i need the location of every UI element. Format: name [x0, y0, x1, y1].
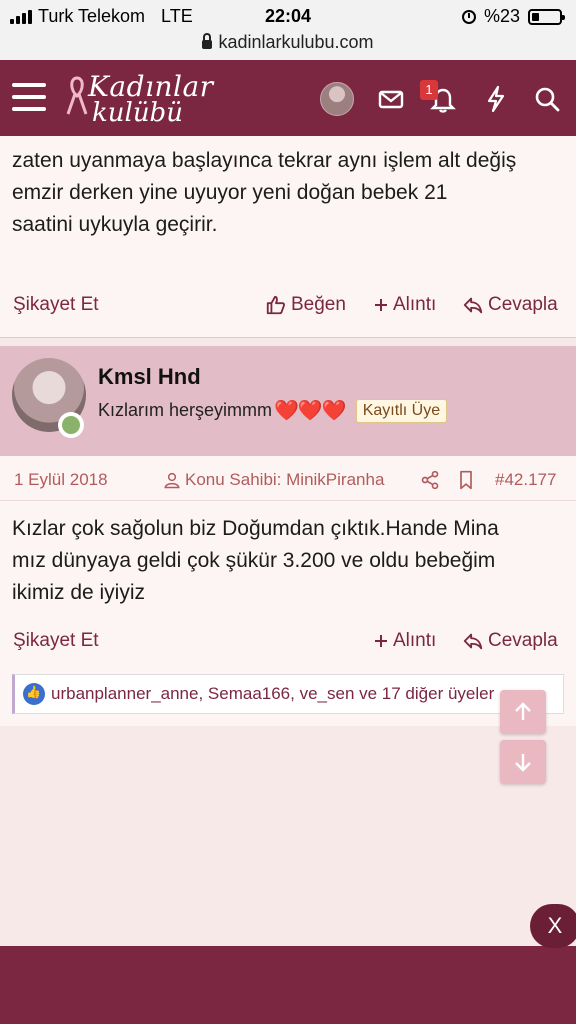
menu-icon[interactable]	[12, 83, 46, 111]
thread-owner-label: Konu Sahibi: MinikPiranha	[185, 470, 385, 489]
thumbs-up-icon	[266, 295, 285, 315]
reply-button[interactable]: Cevapla	[462, 294, 558, 316]
report-button[interactable]: Şikayet Et	[13, 294, 99, 316]
post-text-line: zaten uyanmaya başlayınca tekrar aynı iş…	[12, 149, 517, 172]
ribbon-icon	[66, 76, 88, 115]
post-number[interactable]: #42.177	[495, 470, 556, 490]
like-button[interactable]: Beğen	[265, 294, 346, 316]
quote-label: Alıntı	[393, 294, 437, 315]
like-label: Beğen	[291, 294, 346, 315]
member-badge: Kayıtlı Üye	[355, 398, 448, 423]
battery-percent: %23	[483, 6, 520, 26]
ad-banner[interactable]	[0, 946, 576, 1024]
user-icon	[164, 472, 180, 489]
quote-label: Alıntı	[393, 630, 437, 651]
hearts-icon: ❤️❤️❤️	[274, 400, 347, 422]
arrow-up-icon	[515, 702, 531, 720]
reply-button[interactable]: Cevapla	[462, 630, 558, 652]
arrow-down-icon	[515, 754, 531, 772]
alarm-icon	[461, 9, 476, 24]
notification-badge: 1	[420, 80, 438, 100]
reply-label: Cevapla	[488, 630, 558, 651]
user-title-text: Kızlarım herşeyimmm	[98, 400, 273, 420]
post-text-line: mız dünyaya geldi çok şükür 3.200 ve old…	[12, 549, 496, 572]
divider	[0, 500, 576, 501]
reply-icon	[463, 297, 483, 314]
author-title: Kızlarım herşeyimmm ❤️❤️❤️ Kayıtlı Üye	[98, 398, 448, 423]
author-name[interactable]: Kmsl Hnd	[98, 364, 201, 390]
like-reaction-icon	[23, 683, 45, 705]
post-text-line: ikimiz de iyiyiz	[12, 581, 146, 604]
post-previous: zaten uyanmaya başlayınca tekrar aynı iş…	[0, 136, 576, 338]
url-text: kadinlarkulubu.com	[218, 32, 374, 52]
post-text-line: saatini uykuyla geçirir.	[12, 213, 218, 236]
thread-owner: Konu Sahibi: MinikPiranha	[163, 470, 384, 490]
plus-icon	[375, 635, 387, 647]
plus-icon	[375, 299, 387, 311]
post-actions: Şikayet Et Alıntı Cevapla	[0, 630, 576, 660]
lightning-icon[interactable]	[481, 84, 511, 114]
site-logo[interactable]: Kadınlar kulübü	[62, 66, 213, 130]
post-date[interactable]: 1 Eylül 2018	[14, 470, 108, 490]
quote-button[interactable]: Alıntı	[373, 294, 436, 316]
post-author-header: Kmsl Hnd Kızlarım herşeyimmm ❤️❤️❤️ Kayı…	[0, 346, 576, 456]
reactions-bar[interactable]: urbanplanner_anne, Semaa166, ve_sen ve 1…	[12, 674, 564, 714]
report-button[interactable]: Şikayet Et	[13, 630, 99, 652]
reply-label: Cevapla	[488, 294, 558, 315]
site-header: Kadınlar kulübü	[0, 60, 576, 136]
close-ad-button[interactable]: X	[530, 904, 576, 948]
post-meta: 1 Eylül 2018 Konu Sahibi: MinikPiranha #…	[0, 470, 576, 494]
share-icon[interactable]	[420, 470, 440, 490]
logo-line-2: kulübü	[92, 98, 183, 128]
status-bar: Turk Telekom LTE 22:04 %23	[0, 0, 576, 32]
post-text-line: Kızlar çok sağolun biz Doğumdan çıktık.H…	[12, 517, 499, 540]
reply-icon	[463, 633, 483, 650]
scroll-up-button[interactable]	[500, 690, 546, 734]
url-bar[interactable]: kadinlarkulubu.com	[0, 32, 576, 60]
post-actions: Şikayet Et Beğen Alıntı Cevapla	[0, 294, 576, 324]
battery-icon	[528, 8, 565, 25]
post-text-line: emzir derken yine uyuyor yeni doğan bebe…	[12, 181, 448, 204]
user-avatar[interactable]	[320, 82, 354, 116]
mail-icon[interactable]	[376, 84, 406, 114]
lock-icon	[202, 33, 213, 49]
post-main: 1 Eylül 2018 Konu Sahibi: MinikPiranha #…	[0, 456, 576, 726]
online-status-icon	[58, 412, 84, 438]
scroll-down-button[interactable]	[500, 740, 546, 784]
quote-button[interactable]: Alıntı	[373, 630, 436, 652]
bookmark-icon[interactable]	[457, 470, 475, 490]
search-icon[interactable]	[532, 84, 562, 114]
reactions-text[interactable]: urbanplanner_anne, Semaa166, ve_sen ve 1…	[51, 684, 494, 704]
